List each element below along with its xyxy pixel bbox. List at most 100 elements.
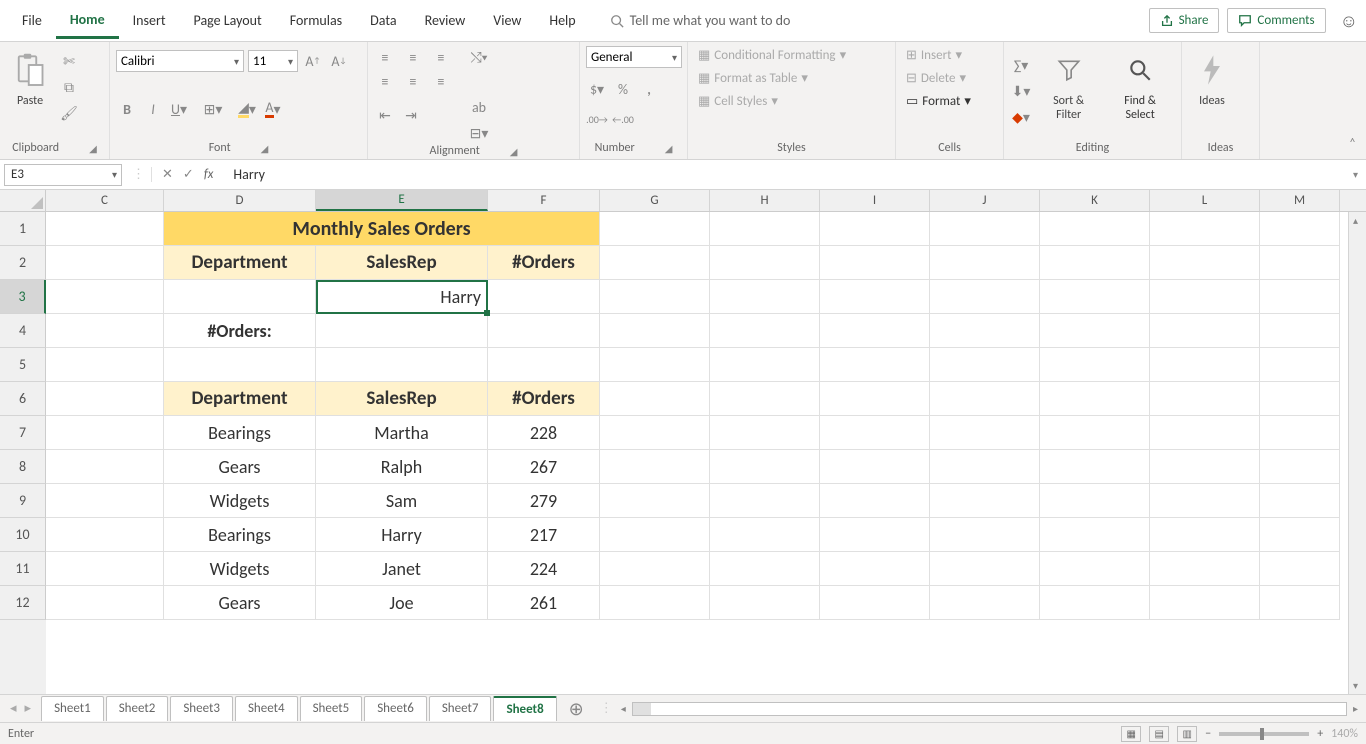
cell[interactable] bbox=[1150, 314, 1260, 348]
cell[interactable] bbox=[820, 586, 930, 620]
cell[interactable] bbox=[600, 518, 710, 552]
cell[interactable] bbox=[710, 586, 820, 620]
cell[interactable]: Widgets bbox=[164, 552, 316, 586]
cell[interactable] bbox=[930, 212, 1040, 246]
underline-button[interactable]: U▾ bbox=[168, 98, 190, 120]
find-select-button[interactable]: Find & Select bbox=[1105, 46, 1175, 126]
format-cells-button[interactable]: ▭Format▾ bbox=[902, 92, 975, 111]
cell[interactable] bbox=[710, 382, 820, 416]
cell[interactable] bbox=[600, 348, 710, 382]
cell[interactable]: 224 bbox=[488, 552, 600, 586]
sheet-tab-sheet3[interactable]: Sheet3 bbox=[170, 696, 233, 721]
column-header-I[interactable]: I bbox=[820, 190, 930, 211]
cell[interactable] bbox=[488, 280, 600, 314]
cell[interactable] bbox=[930, 246, 1040, 280]
increase-font-button[interactable]: A↑ bbox=[302, 50, 324, 72]
enter-formula-button[interactable]: ✓ bbox=[183, 167, 194, 182]
paste-button[interactable]: Paste bbox=[6, 46, 54, 112]
cell[interactable] bbox=[46, 416, 164, 450]
format-painter-button[interactable]: 🖌 bbox=[58, 102, 80, 124]
cell[interactable] bbox=[600, 586, 710, 620]
cell[interactable] bbox=[1260, 314, 1340, 348]
sheet-nav-next[interactable]: ▸ bbox=[25, 701, 32, 716]
sheet-tab-sheet2[interactable]: Sheet2 bbox=[106, 696, 169, 721]
delete-cells-button[interactable]: ⊟Delete▾ bbox=[902, 69, 975, 88]
cell[interactable] bbox=[710, 484, 820, 518]
tell-me-search[interactable]: Tell me what you want to do bbox=[610, 12, 791, 29]
cell[interactable] bbox=[46, 348, 164, 382]
decrease-indent-button[interactable]: ⇤ bbox=[374, 104, 396, 126]
sheet-tab-sheet6[interactable]: Sheet6 bbox=[364, 696, 427, 721]
cut-button[interactable]: ✄ bbox=[58, 50, 80, 72]
cell[interactable] bbox=[46, 552, 164, 586]
cell[interactable] bbox=[1260, 382, 1340, 416]
cell[interactable] bbox=[1040, 552, 1150, 586]
fill-button[interactable]: ⬇▾ bbox=[1010, 80, 1032, 102]
cell[interactable]: Bearings bbox=[164, 518, 316, 552]
cell[interactable] bbox=[600, 280, 710, 314]
cell[interactable] bbox=[1040, 382, 1150, 416]
cell[interactable] bbox=[488, 314, 600, 348]
menu-view[interactable]: View bbox=[479, 4, 535, 37]
cell[interactable] bbox=[710, 416, 820, 450]
sheet-tab-sheet5[interactable]: Sheet5 bbox=[300, 696, 363, 721]
cell[interactable] bbox=[710, 246, 820, 280]
horizontal-scrollbar[interactable] bbox=[632, 702, 1347, 716]
cell[interactable] bbox=[820, 212, 930, 246]
cell[interactable] bbox=[1150, 552, 1260, 586]
cell[interactable]: Monthly Sales Orders bbox=[164, 212, 600, 246]
cell[interactable]: 228 bbox=[488, 416, 600, 450]
cell[interactable] bbox=[930, 280, 1040, 314]
cell[interactable] bbox=[1150, 518, 1260, 552]
cell[interactable] bbox=[930, 416, 1040, 450]
cell[interactable] bbox=[820, 450, 930, 484]
format-as-table-button[interactable]: ▦Format as Table▾ bbox=[694, 69, 850, 88]
align-top-button[interactable]: ≡ bbox=[374, 46, 396, 68]
percent-button[interactable]: % bbox=[612, 78, 634, 100]
column-header-L[interactable]: L bbox=[1150, 190, 1260, 211]
column-header-G[interactable]: G bbox=[600, 190, 710, 211]
cell[interactable] bbox=[710, 280, 820, 314]
menu-page-layout[interactable]: Page Layout bbox=[180, 4, 276, 37]
copy-button[interactable]: ⧉ bbox=[58, 76, 80, 98]
cell[interactable]: 261 bbox=[488, 586, 600, 620]
cell[interactable]: Gears bbox=[164, 450, 316, 484]
row-header-4[interactable]: 4 bbox=[0, 314, 46, 348]
cell[interactable] bbox=[820, 246, 930, 280]
cell[interactable] bbox=[930, 382, 1040, 416]
row-header-7[interactable]: 7 bbox=[0, 416, 46, 450]
feedback-icon[interactable]: ☺ bbox=[1340, 10, 1358, 32]
cell[interactable]: Gears bbox=[164, 586, 316, 620]
menu-home[interactable]: Home bbox=[56, 3, 119, 39]
cell[interactable] bbox=[1040, 586, 1150, 620]
align-right-button[interactable]: ≡ bbox=[430, 70, 452, 92]
font-name-input[interactable] bbox=[117, 54, 230, 69]
cell[interactable] bbox=[46, 314, 164, 348]
ideas-button[interactable]: Ideas bbox=[1188, 46, 1236, 112]
cell[interactable] bbox=[930, 348, 1040, 382]
zoom-level[interactable]: 140% bbox=[1331, 727, 1358, 741]
cell[interactable]: Department bbox=[164, 382, 316, 416]
cell[interactable]: Joe bbox=[316, 586, 488, 620]
wrap-text-button[interactable]: ab bbox=[468, 96, 490, 118]
row-header-12[interactable]: 12 bbox=[0, 586, 46, 620]
menu-formulas[interactable]: Formulas bbox=[276, 4, 356, 37]
cell[interactable] bbox=[1150, 348, 1260, 382]
decrease-font-button[interactable]: A↓ bbox=[328, 50, 350, 72]
cell[interactable] bbox=[820, 552, 930, 586]
cell[interactable] bbox=[1040, 212, 1150, 246]
cell[interactable] bbox=[820, 314, 930, 348]
row-header-2[interactable]: 2 bbox=[0, 246, 46, 280]
cell[interactable] bbox=[710, 552, 820, 586]
cell[interactable] bbox=[930, 314, 1040, 348]
cell[interactable]: Sam bbox=[316, 484, 488, 518]
cell[interactable] bbox=[930, 552, 1040, 586]
fx-icon[interactable]: fx bbox=[204, 167, 214, 182]
cell[interactable]: Harry bbox=[316, 280, 488, 314]
cell[interactable] bbox=[600, 450, 710, 484]
add-sheet-button[interactable]: ⊕ bbox=[559, 698, 594, 720]
alignment-launcher[interactable]: ◢ bbox=[510, 145, 518, 158]
number-launcher[interactable]: ◢ bbox=[665, 142, 673, 155]
cell[interactable]: Ralph bbox=[316, 450, 488, 484]
expand-formula-bar-button[interactable]: ▾ bbox=[1345, 168, 1366, 181]
